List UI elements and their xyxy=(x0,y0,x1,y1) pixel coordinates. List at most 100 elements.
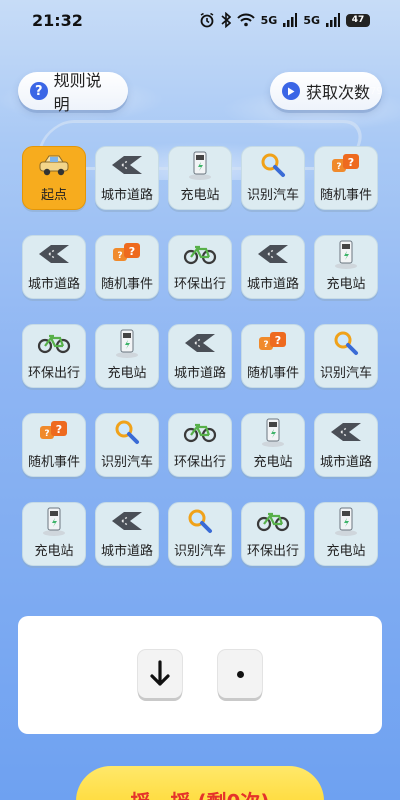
board-cell-label: 随机事件 xyxy=(319,188,372,203)
get-count-label: 获取次数 xyxy=(306,83,371,102)
board-cell-label: 随机事件 xyxy=(100,277,153,292)
board-cell: 城市道路 xyxy=(95,502,159,566)
get-count-button[interactable]: 获取次数 xyxy=(270,72,382,110)
board-cell: 城市道路 xyxy=(241,235,305,299)
svg-text:?: ? xyxy=(129,245,135,258)
signal-bars-icon-2 xyxy=(326,13,340,27)
shake-button[interactable]: 摇一摇 (剩0次) xyxy=(76,766,324,800)
board-cell-label: 环保出行 xyxy=(246,544,299,559)
bicycle-icon xyxy=(256,506,290,536)
board-cell: 充电站 xyxy=(314,235,378,299)
board-cell: 环保出行 xyxy=(168,413,232,477)
board-cell: 充电站 xyxy=(168,146,232,210)
svg-text:?: ? xyxy=(263,340,268,350)
road-icon xyxy=(110,506,144,536)
bicycle-icon xyxy=(183,239,217,269)
status-icons: 5G 5G 47 xyxy=(199,12,370,28)
magnifier-icon xyxy=(110,417,144,447)
board-cell-label: 城市道路 xyxy=(173,366,226,381)
board-cell-label: 随机事件 xyxy=(27,455,80,470)
road-icon xyxy=(110,150,144,180)
play-icon xyxy=(282,82,300,100)
board-cell-label: 充电站 xyxy=(253,455,293,470)
board-cell: ?? 随机事件 xyxy=(95,235,159,299)
arrow-down-icon xyxy=(150,660,170,686)
rules-label: 规则说明 xyxy=(53,71,102,114)
road-icon xyxy=(329,417,363,447)
dice-dot xyxy=(236,670,244,678)
board-cell-label: 充电站 xyxy=(34,544,74,559)
svg-text:?: ? xyxy=(117,251,122,261)
magnifier-icon xyxy=(329,328,363,358)
charging-station-icon xyxy=(183,150,217,180)
road-icon xyxy=(37,239,71,269)
svg-text:?: ? xyxy=(275,334,281,347)
charging-station-icon xyxy=(329,239,363,269)
board-cell: 城市道路 xyxy=(314,413,378,477)
board-cell: 充电站 xyxy=(314,502,378,566)
board-cell-label: 城市道路 xyxy=(100,544,153,559)
board-cell-label: 充电站 xyxy=(107,366,147,381)
board-cell: ?? 随机事件 xyxy=(241,324,305,388)
car-icon xyxy=(37,150,71,180)
shake-label: 摇一摇 (剩0次) xyxy=(130,786,269,800)
board-cell-label: 识别汽车 xyxy=(246,188,299,203)
svg-text:?: ? xyxy=(336,162,341,172)
board-cell-label: 起点 xyxy=(40,188,67,203)
dice-2[interactable] xyxy=(218,650,262,698)
bicycle-icon xyxy=(183,417,217,447)
board-cell: 识别汽车 xyxy=(241,146,305,210)
question-icon: ? xyxy=(30,82,48,100)
charging-station-icon xyxy=(329,506,363,536)
board-cell-label: 城市道路 xyxy=(319,455,372,470)
svg-text:?: ? xyxy=(44,429,49,439)
board-cell: 充电站 xyxy=(241,413,305,477)
board-cell: 环保出行 xyxy=(168,235,232,299)
board-cell-label: 环保出行 xyxy=(173,455,226,470)
board-cell-label: 识别汽车 xyxy=(173,544,226,559)
signal-bars-icon xyxy=(283,13,298,27)
board-cell: 城市道路 xyxy=(95,146,159,210)
alarm-icon xyxy=(199,12,215,28)
board-cell: 识别汽车 xyxy=(95,413,159,477)
charging-station-icon xyxy=(256,417,290,447)
board-cell-label: 随机事件 xyxy=(246,366,299,381)
svg-text:?: ? xyxy=(348,156,354,169)
wifi-icon xyxy=(236,13,255,27)
magnifier-icon xyxy=(256,150,290,180)
board-cell-label: 环保出行 xyxy=(173,277,226,292)
svg-text:?: ? xyxy=(56,423,62,436)
question-bubble-icon: ?? xyxy=(329,150,363,180)
board-cell: 充电站 xyxy=(95,324,159,388)
charging-station-icon xyxy=(110,328,144,358)
board-cell-label: 城市道路 xyxy=(100,188,153,203)
board-cell: 环保出行 xyxy=(241,502,305,566)
board-cell: ?? 随机事件 xyxy=(22,413,86,477)
board-cell-label: 识别汽车 xyxy=(319,366,372,381)
status-bar: 21:32 5G 5G 47 xyxy=(0,0,400,40)
dice-1[interactable] xyxy=(138,650,182,698)
board-cell-label: 识别汽车 xyxy=(100,455,153,470)
question-bubble-icon: ?? xyxy=(37,417,71,447)
signal-5g-label-2: 5G xyxy=(303,13,320,27)
board-cell-start: 起点 xyxy=(22,146,86,210)
battery-icon: 47 xyxy=(346,13,370,27)
board-cell: 识别汽车 xyxy=(168,502,232,566)
faint-number: 79 xyxy=(370,86,383,97)
board-cell-label: 环保出行 xyxy=(27,366,80,381)
board-cell: 识别汽车 xyxy=(314,324,378,388)
signal-5g-label: 5G xyxy=(260,13,278,27)
question-bubble-icon: ?? xyxy=(256,328,290,358)
board-cell-label: 充电站 xyxy=(180,188,220,203)
rules-button[interactable]: ? 规则说明 xyxy=(18,71,128,114)
board-cell: 充电站 xyxy=(22,502,86,566)
bluetooth-icon xyxy=(221,12,231,28)
status-time: 21:32 xyxy=(32,10,83,30)
road-icon xyxy=(256,239,290,269)
board-cell-label: 充电站 xyxy=(326,544,366,559)
board-cell-label: 充电站 xyxy=(326,277,366,292)
magnifier-icon xyxy=(183,506,217,536)
board-cell-label: 城市道路 xyxy=(246,277,299,292)
dice-panel xyxy=(18,616,382,734)
board-cell: ?? 随机事件 xyxy=(314,146,378,210)
